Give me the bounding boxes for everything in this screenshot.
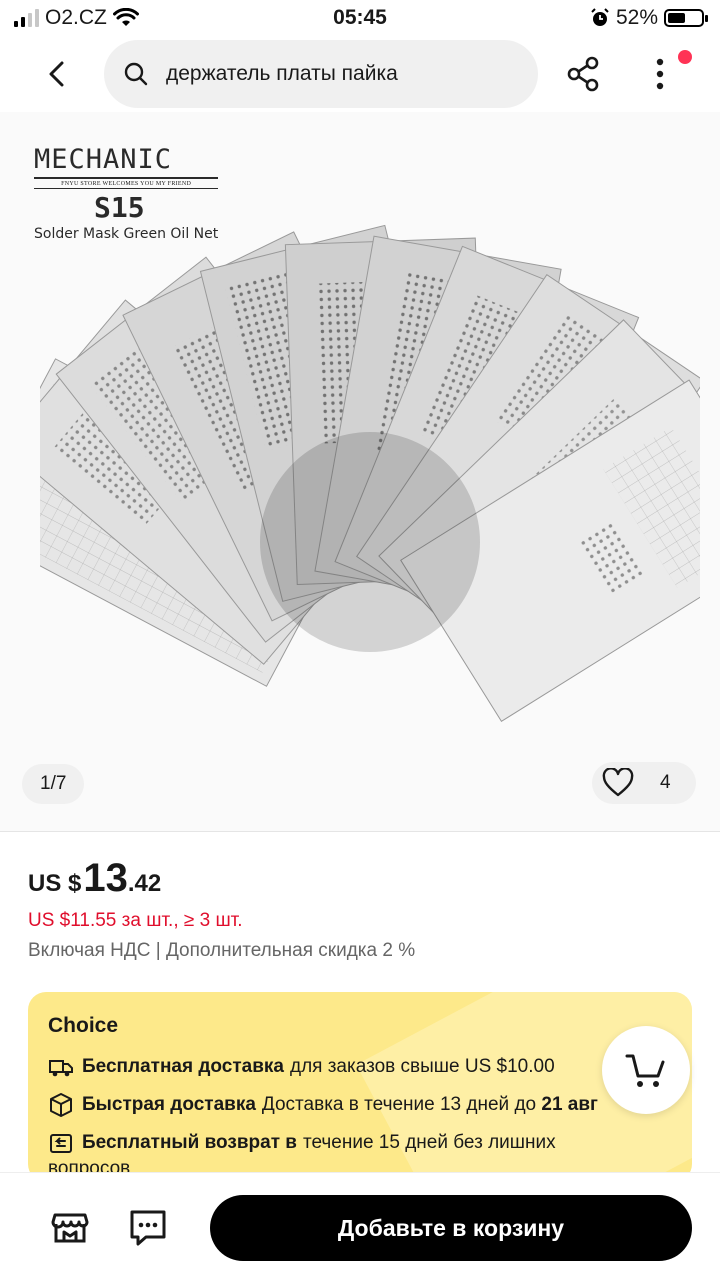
battery-percent: 52%	[615, 6, 658, 29]
bottom-action-bar: Добавьте в корзину	[0, 1172, 720, 1280]
product-image	[40, 224, 700, 723]
store-button[interactable]	[50, 1207, 90, 1247]
share-button[interactable]	[562, 52, 606, 96]
status-bar: O2.CZ 05:45 52%	[0, 0, 720, 36]
cart-icon	[625, 1054, 665, 1087]
search-icon	[124, 62, 148, 86]
fast-delivery-row: Быстрая доставка Доставка в течение 13 д…	[48, 1092, 604, 1118]
fast-delivery-label: Быстрая доставка	[82, 1094, 256, 1115]
truck-icon	[49, 1060, 73, 1077]
battery-icon	[664, 9, 708, 27]
status-right: 52%	[590, 6, 708, 30]
vat-note: Включая НДС | Дополнительная скидка 2 %	[28, 940, 416, 961]
free-return-text: течение 15 дней без лишних	[302, 1132, 556, 1153]
choice-title: Choice	[48, 1014, 119, 1037]
bulk-price: US $11.55 за шт., ≥ 3 шт.	[28, 910, 243, 931]
image-pager: 1/7	[22, 764, 85, 804]
free-return-row: Бесплатный возврат в течение 15 дней без…	[48, 1130, 556, 1156]
more-button[interactable]	[644, 52, 676, 96]
brand-model: S15	[94, 191, 145, 224]
price-currency: US $	[28, 870, 82, 897]
free-shipping-text: для заказов свыше US $10.00	[289, 1056, 555, 1077]
free-shipping-row: Бесплатная доставка для заказов свыше US…	[48, 1054, 555, 1080]
choice-panel[interactable]: Choice Бесплатная доставка для заказов с…	[28, 992, 692, 1182]
alarm-icon	[591, 8, 609, 26]
store-icon	[51, 1213, 89, 1243]
share-icon	[567, 56, 599, 92]
free-shipping-label: Бесплатная доставка	[82, 1056, 284, 1077]
floating-cart-button[interactable]	[602, 1026, 690, 1114]
back-icon	[49, 61, 64, 87]
price-decimal: .42	[127, 870, 162, 897]
search-query: держатель платы пайка	[166, 62, 398, 85]
message-button[interactable]	[128, 1207, 168, 1247]
more-icon	[656, 58, 664, 90]
price-integer: 13	[83, 856, 128, 900]
return-icon	[50, 1134, 72, 1153]
heart-icon	[602, 768, 634, 797]
notification-dot	[678, 50, 692, 64]
brand-name: MECHANIC	[34, 144, 219, 179]
wishlist-count: 4	[660, 772, 671, 793]
search-input[interactable]: держатель платы пайка	[104, 40, 538, 108]
box-icon	[50, 1093, 72, 1117]
message-icon	[130, 1210, 166, 1246]
product-gallery[interactable]: MECHANIC FNYU STORE WELCOMES YOU MY FRIE…	[0, 112, 720, 832]
brand-tagline: FNYU STORE WELCOMES YOU MY FRIEND	[34, 181, 219, 189]
price: US $ 13 .42	[28, 856, 161, 901]
header: держатель платы пайка	[0, 36, 720, 112]
wishlist-button[interactable]: 4	[592, 762, 696, 804]
back-button[interactable]	[36, 56, 76, 92]
free-return-label: Бесплатный возврат в	[82, 1132, 297, 1153]
add-to-cart-button[interactable]: Добавьте в корзину	[210, 1195, 692, 1261]
fast-delivery-date: 21 авг	[541, 1094, 598, 1115]
fast-delivery-text: Доставка в течение 13 дней до	[261, 1094, 537, 1115]
